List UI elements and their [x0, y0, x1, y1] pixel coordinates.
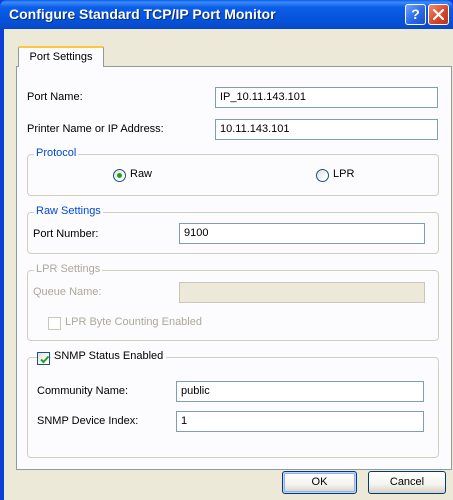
raw-radio[interactable] [113, 169, 126, 182]
close-icon [433, 9, 444, 20]
help-icon: ? [411, 6, 420, 22]
snmp-enabled-label[interactable]: SNMP Status Enabled [51, 350, 167, 362]
snmp-enabled-checkbox[interactable] [37, 352, 50, 365]
lpr-radio[interactable] [316, 169, 329, 182]
printer-address-input[interactable]: 10.11.143.101 [215, 119, 438, 140]
close-button[interactable] [428, 4, 449, 25]
cancel-button-label: Cancel [389, 476, 425, 488]
snmp-device-index-input[interactable]: 1 [176, 411, 424, 432]
lpr-radio-label[interactable]: LPR [333, 168, 354, 180]
community-name-label: Community Name: [37, 385, 129, 397]
community-name-input[interactable]: public [176, 381, 424, 402]
tab-port-settings[interactable]: Port Settings [18, 46, 104, 67]
lpr-settings-legend: LPR Settings [34, 263, 103, 275]
community-name-value: public [181, 385, 210, 397]
radio-selected-dot [117, 173, 122, 178]
port-number-label: Port Number: [33, 228, 99, 240]
checkmark-icon [40, 355, 50, 364]
tab-panel: Port Name: IP_10.11.143.101 Printer Name… [16, 66, 452, 470]
port-number-value: 9100 [184, 227, 209, 239]
raw-radio-label[interactable]: Raw [130, 168, 152, 180]
port-name-value: IP_10.11.143.101 [220, 91, 307, 103]
port-name-label: Port Name: [27, 91, 83, 103]
protocol-legend: Protocol [34, 147, 79, 159]
lpr-byte-counting-label[interactable]: LPR Byte Counting Enabled [65, 316, 202, 328]
port-name-input[interactable]: IP_10.11.143.101 [215, 87, 438, 108]
protocol-group: Protocol Raw LPR [27, 147, 439, 196]
queue-name-input[interactable] [179, 282, 425, 303]
lpr-byte-counting-checkbox[interactable] [48, 317, 61, 330]
snmp-device-index-label: SNMP Device Index: [37, 415, 139, 427]
printer-address-label: Printer Name or IP Address: [27, 123, 164, 135]
help-button[interactable]: ? [405, 4, 426, 25]
cancel-button[interactable]: Cancel [368, 471, 446, 494]
printer-address-value: 10.11.143.101 [220, 123, 290, 135]
dialog-window: Configure Standard TCP/IP Port Monitor ?… [0, 0, 453, 500]
raw-settings-legend: Raw Settings [34, 205, 103, 217]
snmp-group: SNMP Status Enabled Community Name: publ… [27, 350, 439, 458]
ok-button-label: OK [311, 476, 328, 488]
tab-label: Port Settings [29, 51, 93, 63]
lpr-settings-group: LPR Settings Queue Name: LPR Byte Counti… [27, 263, 439, 341]
queue-name-label: Queue Name: [33, 286, 102, 298]
dialog-client-area: Port Settings Port Name: IP_10.11.143.10… [4, 29, 453, 500]
raw-settings-group: Raw Settings Port Number: 9100 [27, 205, 439, 254]
snmp-device-index-value: 1 [181, 415, 188, 427]
title-bar[interactable]: Configure Standard TCP/IP Port Monitor ? [0, 0, 453, 29]
port-number-input[interactable]: 9100 [179, 223, 425, 244]
window-title: Configure Standard TCP/IP Port Monitor [9, 6, 276, 22]
ok-button[interactable]: OK [282, 471, 357, 494]
